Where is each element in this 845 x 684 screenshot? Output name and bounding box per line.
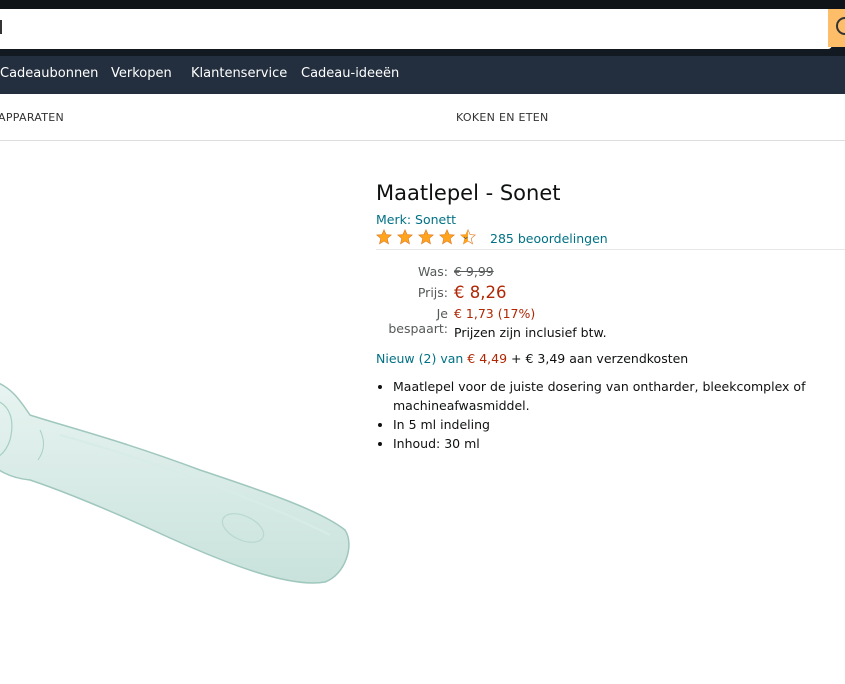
search-input[interactable] [0, 9, 832, 49]
search-caret [0, 20, 2, 34]
feature-bullet: Inhoud: 30 ml [393, 434, 833, 453]
nav-item-customer-service[interactable]: Klantenservice [191, 66, 287, 81]
brand-link[interactable]: Merk: Sonett [376, 212, 456, 227]
offers-line: Nieuw (2) van € 4,49 + € 3,49 aan verzen… [376, 351, 688, 366]
was-price: € 9,99 [454, 264, 494, 279]
product-title: Maatlepel - Sonet [376, 181, 561, 205]
feature-bullet: Maatlepel voor de juiste dosering van on… [393, 377, 833, 415]
category-cooking[interactable]: KOKEN EN ETEN [456, 111, 549, 124]
nav-item-gift-ideas[interactable]: Cadeau-ideeën [301, 66, 399, 81]
chevron-down-icon[interactable]: ⌄ [462, 232, 470, 242]
nav-item-sell[interactable]: Verkopen [111, 66, 172, 81]
star-icon [439, 229, 456, 245]
new-offers-price: € 4,49 [467, 351, 508, 366]
price-label: Prijs: [417, 285, 448, 300]
search-icon [836, 17, 845, 35]
top-strip [0, 0, 845, 9]
feature-bullet: In 5 ml indeling [393, 415, 833, 434]
new-offers-link[interactable]: Nieuw (2) van [376, 351, 463, 366]
star-icon [397, 229, 414, 245]
divider [376, 249, 845, 250]
product-image[interactable] [0, 360, 360, 600]
category-bar [0, 94, 845, 141]
was-label: Was: [418, 264, 448, 279]
star-icon [418, 229, 435, 245]
shipping-cost: + € 3,49 aan verzendkosten [511, 351, 689, 366]
current-price: € 8,26 [454, 283, 507, 302]
feature-bullets: Maatlepel voor de juiste dosering van on… [376, 377, 833, 453]
savings-label: Je bespaart: [388, 306, 448, 336]
ratings-count-link[interactable]: 285 beoordelingen [490, 231, 608, 246]
star-icon [376, 229, 392, 245]
savings-value: € 1,73 (17%) [454, 306, 536, 321]
vat-note: Prijzen zijn inclusief btw. [454, 325, 607, 340]
search-button[interactable] [828, 9, 845, 47]
nav-item-gift-cards[interactable]: Cadeaubonnen [0, 66, 98, 81]
category-appliances[interactable]: APPARATEN [0, 111, 64, 124]
